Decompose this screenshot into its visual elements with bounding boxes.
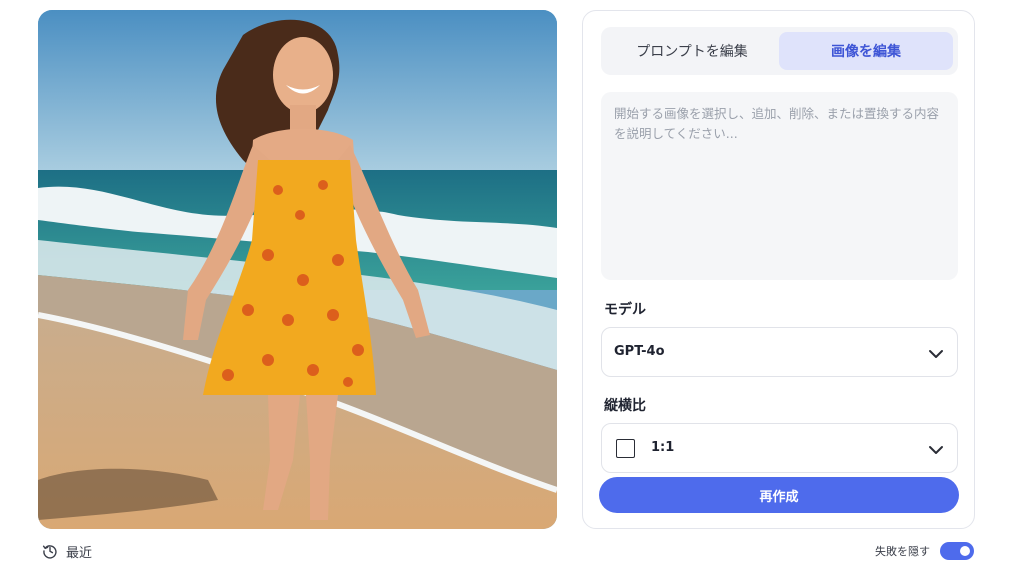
square-ratio-icon — [616, 439, 635, 458]
tab-edit-prompt[interactable]: プロンプトを編集 — [605, 32, 779, 70]
aspect-ratio-select[interactable]: 1:1 — [601, 423, 958, 473]
chevron-down-icon — [929, 446, 943, 454]
generated-image[interactable] — [38, 10, 557, 529]
model-value: GPT-4o — [614, 344, 665, 359]
history-icon — [42, 545, 57, 559]
model-select[interactable]: GPT-4o — [601, 327, 958, 377]
regenerate-button[interactable]: 再作成 — [599, 477, 959, 513]
hide-failed-toggle[interactable] — [940, 542, 974, 560]
aspect-ratio-label: 縦横比 — [604, 398, 646, 414]
recent-history-link[interactable]: 最近 — [42, 541, 92, 561]
hide-failed-label: 失敗を隠す — [875, 545, 930, 558]
aspect-ratio-value: 1:1 — [651, 440, 675, 455]
model-label: モデル — [604, 302, 646, 318]
recent-label: 最近 — [66, 545, 93, 561]
image-editor-page: プロンプトを編集 画像を編集 モデル GPT-4o 縦横比 1:1 再作成 — [0, 0, 1024, 567]
mode-tabs: プロンプトを編集 画像を編集 — [601, 27, 958, 75]
edit-panel: プロンプトを編集 画像を編集 モデル GPT-4o 縦横比 1:1 再作成 — [582, 10, 975, 529]
tab-edit-image[interactable]: 画像を編集 — [779, 32, 953, 70]
toggle-knob — [960, 546, 970, 556]
hide-failed-control: 失敗を隠す — [875, 541, 974, 561]
edit-instructions-input[interactable] — [601, 92, 958, 280]
beach-photo — [38, 10, 557, 529]
chevron-down-icon — [929, 350, 943, 358]
